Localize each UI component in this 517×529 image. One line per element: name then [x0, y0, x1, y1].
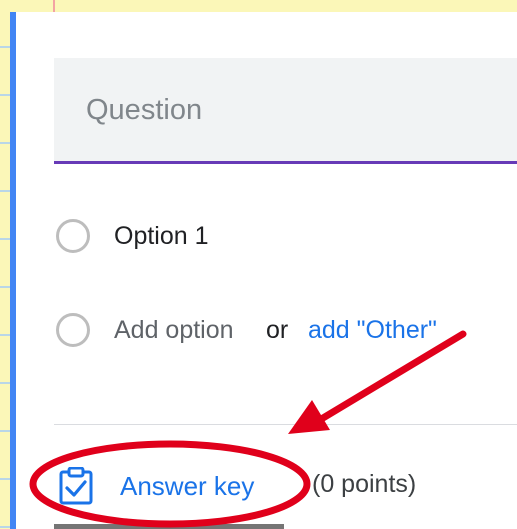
- option-1-radio-icon[interactable]: [56, 219, 90, 253]
- card-focus-accent: [10, 12, 16, 529]
- paper-margin-line: [53, 0, 55, 12]
- add-option-button[interactable]: Add option: [114, 316, 234, 345]
- question-placeholder: Question: [86, 94, 203, 126]
- question-input[interactable]: Question: [54, 58, 517, 164]
- add-option-radio-icon: [56, 313, 90, 347]
- paper-background: [0, 0, 517, 12]
- answer-key-button[interactable]: Answer key: [58, 466, 254, 506]
- answer-key-label: Answer key: [120, 470, 255, 501]
- or-text: or: [266, 316, 289, 344]
- points-label: (0 points): [312, 470, 417, 498]
- add-other-link[interactable]: add "Other": [308, 316, 437, 345]
- clipboard-check-icon: [59, 467, 93, 505]
- bottom-scroll-indicator: [54, 524, 284, 529]
- card-divider: [54, 424, 517, 425]
- option-1-label[interactable]: Option 1: [114, 222, 209, 251]
